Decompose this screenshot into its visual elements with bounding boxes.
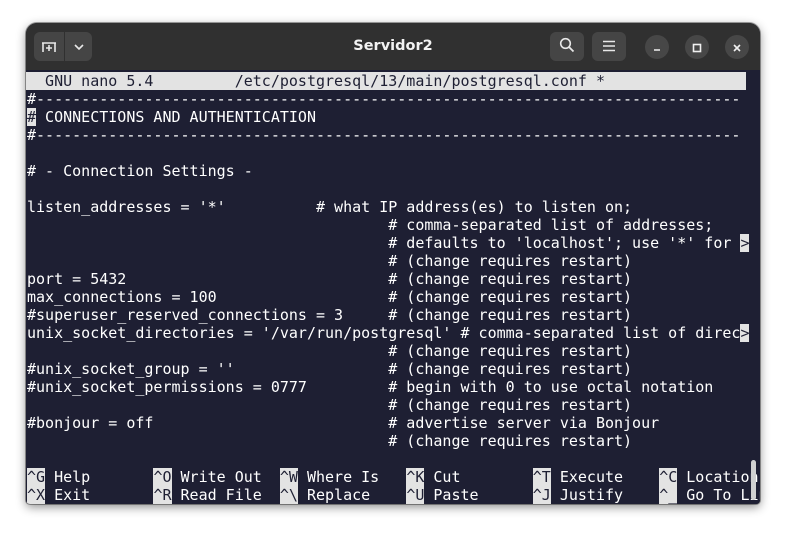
file-line: max_connections = 100 # (change requires… bbox=[27, 288, 632, 306]
new-tab-split-button[interactable] bbox=[34, 32, 92, 61]
shortcut-label: Write Out bbox=[171, 468, 280, 486]
line-text: port = 5432 # (change requires restart) bbox=[27, 270, 633, 288]
line-text: #---------------------------------------… bbox=[27, 126, 741, 144]
cursor: # bbox=[27, 108, 37, 126]
shortcut-label: Go To Line bbox=[686, 486, 760, 504]
file-line: # (change requires restart) bbox=[27, 252, 632, 270]
shortcut-label: Execute bbox=[550, 468, 660, 486]
shortcut-key[interactable]: ^R bbox=[153, 486, 172, 504]
file-line: #---------------------------------------… bbox=[27, 126, 740, 144]
shortcut-key[interactable]: ^\ bbox=[279, 486, 298, 504]
file-line: #superuser_reserved_connections = 3 # (c… bbox=[27, 306, 632, 324]
shortcut-label: Paste bbox=[424, 486, 533, 504]
file-line: port = 5432 # (change requires restart) bbox=[27, 270, 632, 288]
line-text: #superuser_reserved_connections = 3 # (c… bbox=[27, 306, 633, 324]
line-text: #unix_socket_group = '' # (change requir… bbox=[27, 360, 633, 378]
file-line: #bonjour = off # advertise server via Bo… bbox=[27, 414, 659, 432]
file-line: # (change requires restart) bbox=[27, 396, 632, 414]
line-text: unix_socket_directories = '/var/run/post… bbox=[27, 324, 741, 342]
file-line: # (change requires restart) bbox=[27, 432, 632, 450]
scrollbar[interactable] bbox=[751, 460, 756, 500]
file-line: # - Connection Settings - bbox=[27, 162, 253, 180]
line-text: # comma-separated list of addresses; bbox=[27, 216, 714, 234]
maximize-icon bbox=[692, 38, 702, 57]
close-button[interactable] bbox=[725, 35, 749, 59]
line-text: listen_addresses = '*' # what IP address… bbox=[27, 198, 633, 216]
file-line: #unix_socket_group = '' # (change requir… bbox=[27, 360, 632, 378]
chevron-down-icon[interactable] bbox=[65, 32, 92, 61]
line-overflow-marker: > bbox=[740, 324, 750, 342]
line-overflow-marker: > bbox=[740, 234, 750, 252]
menu-button[interactable] bbox=[592, 32, 626, 61]
close-icon bbox=[732, 38, 742, 57]
file-line: # (change requires restart) bbox=[27, 342, 632, 360]
shortcut-key[interactable]: ^O bbox=[153, 468, 172, 486]
file-line: #unix_socket_permissions = 0777 # begin … bbox=[27, 378, 713, 396]
shortcut-label: Help bbox=[45, 468, 154, 486]
shortcut-key[interactable]: ^J bbox=[532, 486, 551, 504]
nano-header: GNU nano 5.4 /etc/postgresql/13/main/pos… bbox=[27, 72, 605, 90]
shortcut-row: ^X Exit ^R Read File ^\ Replace ^U Paste… bbox=[27, 486, 760, 504]
line-text: #bonjour = off # advertise server via Bo… bbox=[27, 414, 660, 432]
terminal-content[interactable]: GNU nano 5.4 /etc/postgresql/13/main/pos… bbox=[26, 70, 760, 504]
shortcut-key[interactable]: ^_ bbox=[659, 486, 678, 504]
search-icon bbox=[559, 37, 575, 57]
title-bar: Servidor2 bbox=[26, 23, 760, 70]
shortcut-label: Where Is bbox=[297, 468, 407, 486]
file-line: listen_addresses = '*' # what IP address… bbox=[27, 198, 632, 216]
shortcut-label: Read File bbox=[171, 486, 280, 504]
shortcut-key[interactable]: ^W bbox=[279, 468, 298, 486]
line-text: #---------------------------------------… bbox=[27, 90, 741, 108]
shortcut-label: Cut bbox=[424, 468, 533, 486]
hamburger-menu-icon bbox=[602, 37, 616, 56]
file-line: # defaults to 'localhost'; use '*' for > bbox=[27, 234, 750, 252]
new-tab-icon[interactable] bbox=[34, 32, 64, 61]
file-line: # CONNECTIONS AND AUTHENTICATION bbox=[27, 108, 316, 126]
shortcut-label: Replace bbox=[297, 486, 407, 504]
minimize-button[interactable] bbox=[645, 35, 669, 59]
shortcut-label: Location bbox=[677, 468, 759, 486]
line-text: # (change requires restart) bbox=[27, 432, 633, 450]
shortcut-label: Exit bbox=[45, 486, 154, 504]
minimize-icon bbox=[652, 38, 662, 57]
line-text: # - Connection Settings - bbox=[27, 162, 253, 180]
shortcut-key[interactable]: ^G bbox=[27, 468, 46, 486]
line-text: # (change requires restart) bbox=[27, 396, 633, 414]
line-text: max_connections = 100 # (change requires… bbox=[27, 288, 633, 306]
line-text: # defaults to 'localhost'; use '*' for bbox=[27, 234, 741, 252]
file-line: # comma-separated list of addresses; bbox=[27, 216, 713, 234]
file-line: #---------------------------------------… bbox=[27, 90, 740, 108]
shortcut-key[interactable]: ^T bbox=[532, 468, 551, 486]
search-button[interactable] bbox=[550, 32, 584, 61]
line-text: # (change requires restart) bbox=[27, 252, 633, 270]
shortcut-key[interactable]: ^U bbox=[406, 486, 425, 504]
line-text: # (change requires restart) bbox=[27, 342, 633, 360]
shortcut-label: Justify bbox=[550, 486, 660, 504]
terminal-window: Servidor2 GNU nano 5.4 /etc/postgresql/1… bbox=[26, 23, 760, 504]
maximize-button[interactable] bbox=[685, 35, 709, 59]
shortcut-key[interactable]: ^X bbox=[27, 486, 46, 504]
shortcut-key[interactable]: ^K bbox=[406, 468, 425, 486]
nano-header-bar: GNU nano 5.4 /etc/postgresql/13/main/pos… bbox=[26, 72, 746, 90]
file-line: unix_socket_directories = '/var/run/post… bbox=[27, 324, 750, 342]
line-text: CONNECTIONS AND AUTHENTICATION bbox=[36, 108, 316, 126]
shortcut-row: ^G Help ^O Write Out ^W Where Is ^K Cut … bbox=[27, 468, 759, 486]
line-text: #unix_socket_permissions = 0777 # begin … bbox=[27, 378, 714, 396]
shortcut-key[interactable]: ^C bbox=[659, 468, 678, 486]
